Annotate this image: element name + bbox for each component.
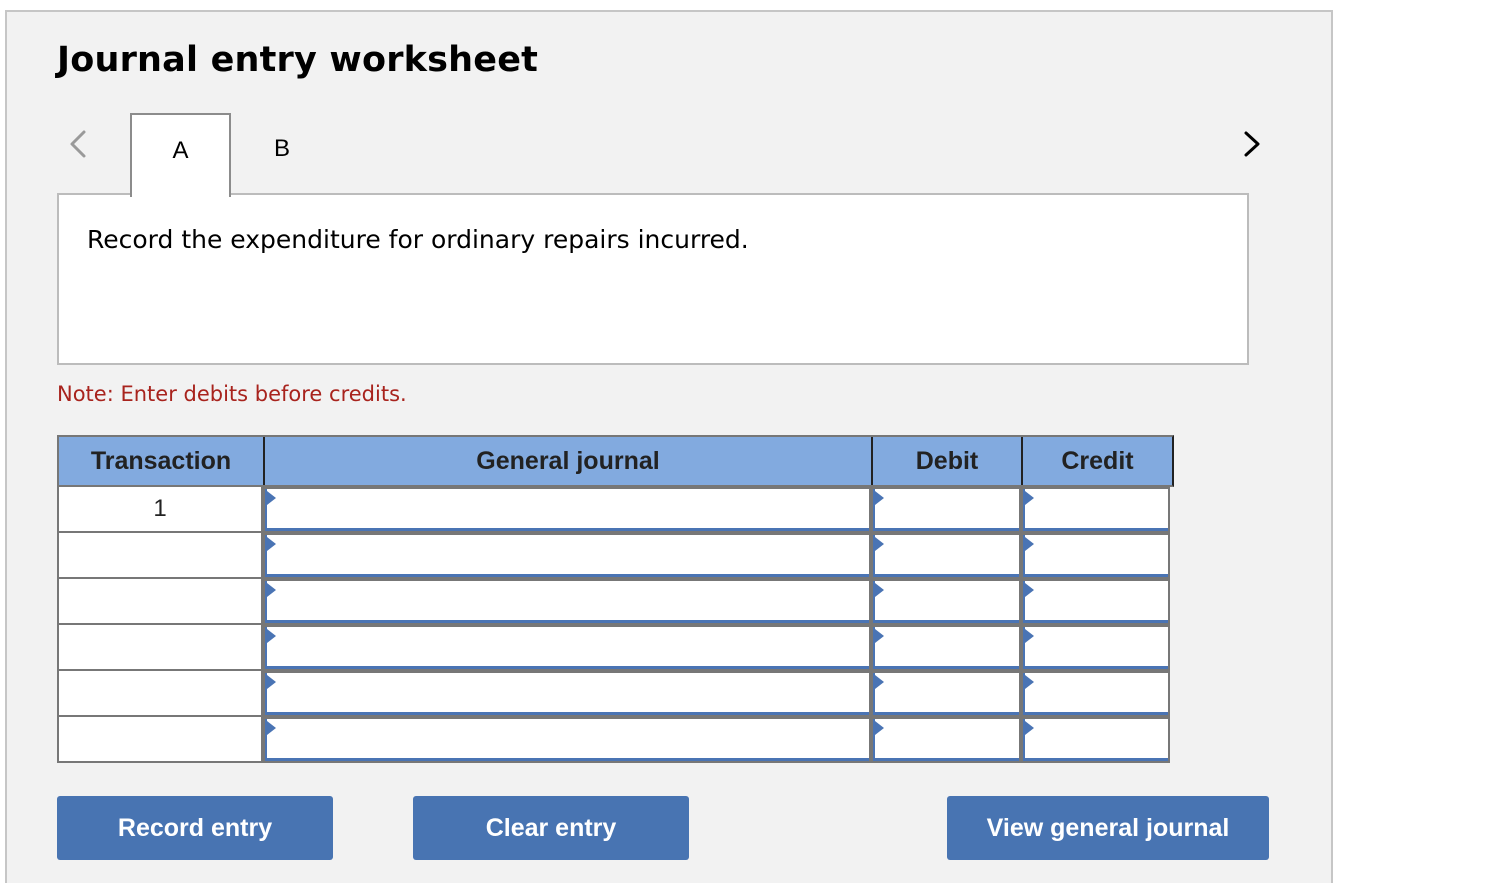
header-transaction: Transaction: [59, 437, 265, 485]
credit-input[interactable]: [1023, 719, 1168, 761]
dropdown-flag-icon: [875, 629, 884, 643]
general-journal-input[interactable]: [265, 535, 869, 577]
credit-input-cell: [1021, 533, 1170, 579]
view-general-journal-button[interactable]: View general journal: [947, 796, 1269, 860]
instruction-text: Record the expenditure for ordinary repa…: [87, 225, 749, 254]
credit-input[interactable]: [1023, 581, 1168, 623]
next-button[interactable]: [1236, 124, 1266, 164]
general-journal-input[interactable]: [265, 673, 869, 715]
general-journal-input-cell: [263, 533, 871, 579]
credit-input[interactable]: [1023, 535, 1168, 577]
record-entry-button[interactable]: Record entry: [57, 796, 333, 860]
dropdown-flag-icon: [875, 491, 884, 505]
journal-row: [57, 625, 1174, 671]
credit-input[interactable]: [1023, 627, 1168, 669]
dropdown-flag-icon: [1025, 629, 1034, 643]
dropdown-flag-icon: [267, 583, 276, 597]
dropdown-flag-icon: [267, 537, 276, 551]
general-journal-input[interactable]: [265, 581, 869, 623]
credit-input-cell: [1021, 671, 1170, 717]
general-journal-input-cell: [263, 625, 871, 671]
header-general-journal: General journal: [265, 437, 873, 485]
debit-input[interactable]: [873, 489, 1019, 531]
dropdown-flag-icon: [1025, 583, 1034, 597]
journal-header-row: Transaction General journal Debit Credit: [57, 435, 1174, 487]
clear-entry-button[interactable]: Clear entry: [413, 796, 689, 860]
general-journal-input-cell: [263, 717, 871, 763]
general-journal-input[interactable]: [265, 489, 869, 531]
debit-input-cell: [871, 717, 1021, 763]
dropdown-flag-icon: [875, 675, 884, 689]
journal-row: [57, 579, 1174, 625]
dropdown-flag-icon: [267, 721, 276, 735]
instruction-box: Record the expenditure for ordinary repa…: [57, 193, 1249, 365]
transaction-cell: [57, 717, 263, 763]
dropdown-flag-icon: [875, 537, 884, 551]
credit-input[interactable]: [1023, 673, 1168, 715]
transaction-cell: 1: [57, 487, 263, 533]
debit-input-cell: [871, 533, 1021, 579]
general-journal-input-cell: [263, 671, 871, 717]
dropdown-flag-icon: [267, 675, 276, 689]
journal-table: Transaction General journal Debit Credit…: [57, 435, 1174, 763]
dropdown-flag-icon: [875, 583, 884, 597]
transaction-cell: [57, 533, 263, 579]
dropdown-flag-icon: [1025, 537, 1034, 551]
note-text: Note: Enter debits before credits.: [57, 382, 407, 406]
debit-input-cell: [871, 625, 1021, 671]
debit-input[interactable]: [873, 535, 1019, 577]
credit-input-cell: [1021, 487, 1170, 533]
dropdown-flag-icon: [267, 629, 276, 643]
dropdown-flag-icon: [1025, 675, 1034, 689]
transaction-cell: [57, 625, 263, 671]
dropdown-flag-icon: [1025, 721, 1034, 735]
journal-row: 1: [57, 487, 1174, 533]
dropdown-flag-icon: [875, 721, 884, 735]
journal-row: [57, 717, 1174, 763]
debit-input[interactable]: [873, 673, 1019, 715]
tab-b[interactable]: B: [232, 113, 332, 195]
general-journal-input[interactable]: [265, 719, 869, 761]
credit-input-cell: [1021, 625, 1170, 671]
chevron-right-icon: [1244, 131, 1260, 157]
debit-input[interactable]: [873, 627, 1019, 669]
debit-input-cell: [871, 487, 1021, 533]
debit-input[interactable]: [873, 581, 1019, 623]
chevron-left-icon: [70, 130, 86, 158]
debit-input[interactable]: [873, 719, 1019, 761]
transaction-cell: [57, 671, 263, 717]
dropdown-flag-icon: [267, 491, 276, 505]
debit-input-cell: [871, 671, 1021, 717]
header-credit: Credit: [1061, 446, 1134, 475]
header-debit: Debit: [873, 437, 1023, 485]
tab-a[interactable]: A: [130, 113, 231, 197]
general-journal-input-cell: [263, 487, 871, 533]
journal-row: [57, 671, 1174, 717]
page-title: Journal entry worksheet: [57, 40, 539, 80]
credit-input-cell: [1021, 579, 1170, 625]
journal-row: [57, 533, 1174, 579]
general-journal-input-cell: [263, 579, 871, 625]
credit-input-cell: [1021, 717, 1170, 763]
journal-body: 1: [57, 487, 1174, 763]
debit-input-cell: [871, 579, 1021, 625]
general-journal-input[interactable]: [265, 627, 869, 669]
transaction-cell: [57, 579, 263, 625]
dropdown-flag-icon: [1025, 491, 1034, 505]
previous-button[interactable]: [62, 124, 92, 164]
credit-input[interactable]: [1023, 489, 1168, 531]
